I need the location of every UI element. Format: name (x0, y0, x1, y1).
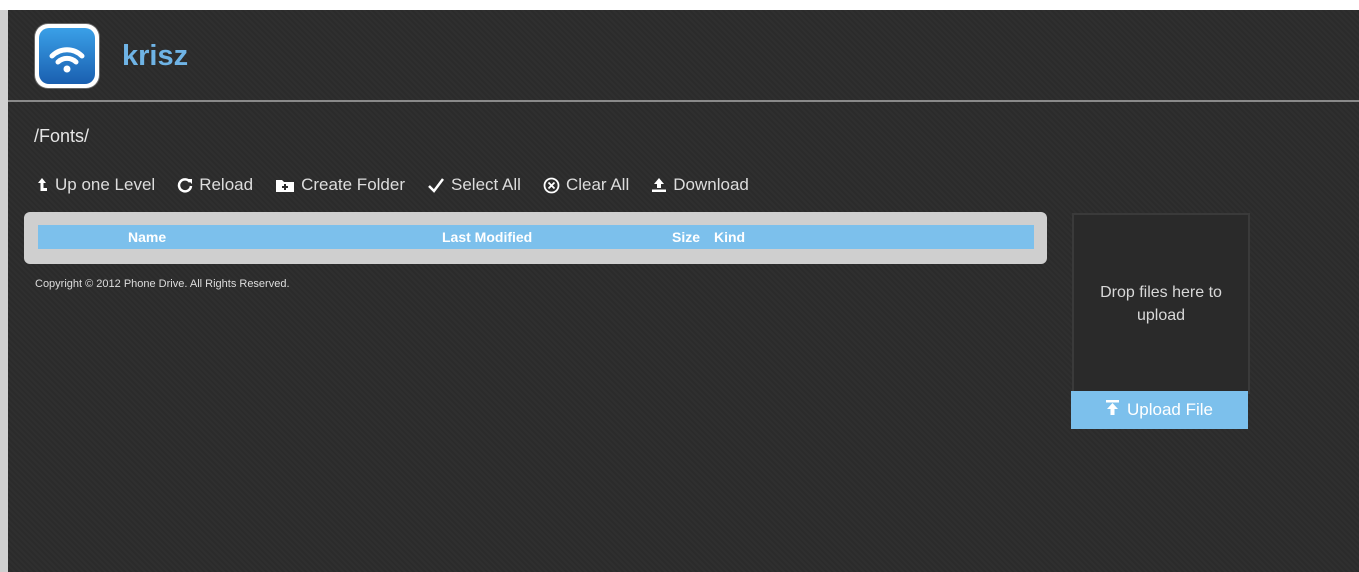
column-header-name[interactable]: Name (128, 229, 166, 245)
header: krisz (8, 10, 1359, 102)
table-header: Name Last Modified Size Kind (38, 225, 1034, 249)
upload-file-button[interactable]: Upload File (1071, 391, 1248, 429)
folder-plus-icon (275, 178, 295, 193)
left-edge-strip (0, 10, 8, 572)
toolbar: Up one Level Reload Create Folder Select… (35, 172, 771, 198)
app-name: krisz (122, 40, 189, 72)
copyright-text: Copyright © 2012 Phone Drive. All Rights… (35, 278, 290, 290)
wifi-folder-icon (35, 24, 99, 88)
create-folder-button[interactable]: Create Folder (275, 175, 405, 195)
refresh-icon (177, 177, 193, 193)
clear-all-button[interactable]: Clear All (543, 175, 629, 195)
column-header-last-modified[interactable]: Last Modified (442, 229, 532, 245)
breadcrumb: /Fonts/ (34, 126, 90, 146)
download-label: Download (673, 175, 749, 194)
page: krisz /Fonts/ Up one Level Reload Create… (8, 10, 1359, 572)
upload-tray-icon (651, 177, 667, 193)
drop-zone[interactable]: Drop files here to upload (1072, 213, 1250, 394)
upload-arrow-icon (1106, 399, 1119, 421)
column-header-kind[interactable]: Kind (714, 229, 745, 245)
checkmark-icon (427, 177, 445, 193)
upload-file-label: Upload File (1127, 400, 1213, 419)
select-all-label: Select All (451, 175, 521, 194)
reload-label: Reload (199, 175, 254, 194)
up-one-level-button[interactable]: Up one Level (35, 175, 155, 195)
column-header-size[interactable]: Size (672, 229, 700, 245)
download-button[interactable]: Download (651, 175, 749, 195)
level-up-icon (35, 177, 49, 193)
clear-all-label: Clear All (565, 175, 630, 194)
up-one-level-label: Up one Level (55, 175, 156, 194)
create-folder-label: Create Folder (301, 175, 405, 194)
drop-zone-text: Drop files here to upload (1100, 283, 1222, 324)
circle-x-icon (543, 177, 560, 194)
file-table: Name Last Modified Size Kind (24, 212, 1047, 264)
select-all-button[interactable]: Select All (427, 175, 521, 195)
reload-button[interactable]: Reload (177, 175, 253, 195)
